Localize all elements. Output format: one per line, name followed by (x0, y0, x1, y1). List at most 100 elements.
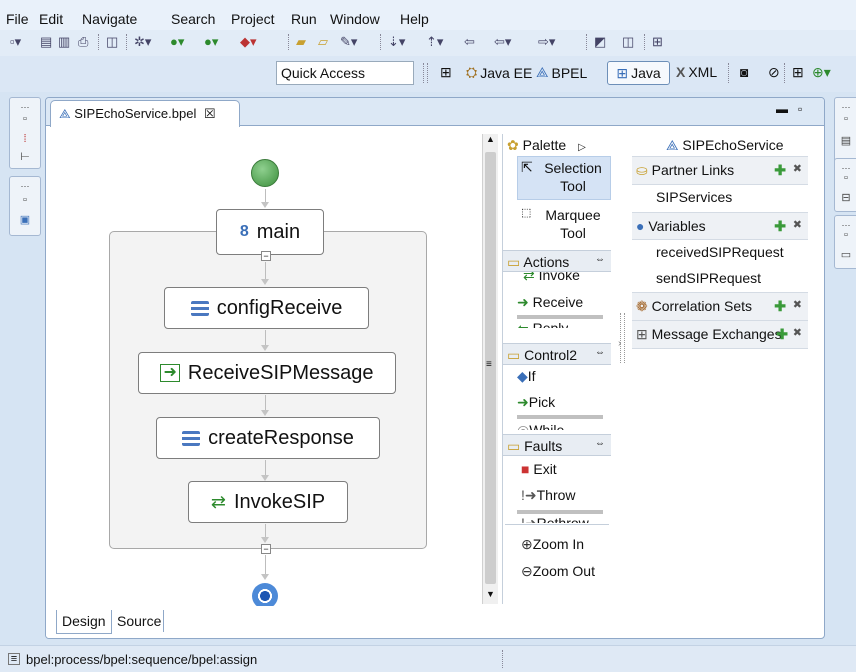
menu-help[interactable]: Help (400, 11, 429, 27)
outline-icon-right[interactable]: ⊟ (839, 191, 853, 205)
editor-tab[interactable]: ⟁ SIPEchoService.bpel ☒ (50, 100, 240, 127)
menu-file[interactable]: File (6, 11, 29, 27)
add-icon-3[interactable]: ✚ (774, 298, 786, 315)
run-config-icon[interactable]: ●▾ (204, 34, 218, 50)
palette-item-rethrow[interactable]: !➜Rethrow (521, 513, 589, 523)
back-icon[interactable]: ⇦▾ (494, 34, 511, 50)
run-icon[interactable]: ●▾ (170, 34, 184, 50)
palette-item-invoke[interactable]: ⇄ Invoke (523, 272, 580, 282)
correlation-sets-header[interactable]: ❁ Correlation Sets ✚ ✖ (632, 292, 808, 321)
external-tools-icon[interactable]: ◆▾ (240, 34, 257, 50)
add-icon-2[interactable]: ✚ (774, 218, 786, 235)
partner-links-header[interactable]: ⛀ Partner Links ✚ ✖ (632, 156, 808, 185)
package-explorer-icon[interactable]: ⁞ (18, 132, 32, 146)
perspective-xml[interactable]: X XML (676, 64, 717, 80)
debug-perspective-icon[interactable]: ⊘ (768, 64, 780, 81)
variable-item[interactable]: sendSIPRequest (652, 265, 824, 291)
delete-icon-3[interactable]: ✖ (793, 298, 802, 311)
delete-icon-2[interactable]: ✖ (793, 218, 802, 231)
save-icon[interactable]: ▤ (40, 34, 52, 50)
restore-icon-3[interactable]: ▫ (839, 112, 853, 126)
palette-item-pick[interactable]: ➜Pick (517, 394, 555, 411)
partner-link-item[interactable]: SIPServices (652, 184, 824, 210)
triangle-right-icon[interactable]: ▷ (578, 142, 586, 153)
collapse-toggle-bottom[interactable]: − (261, 544, 271, 554)
process-name[interactable]: ⟁ SIPEchoService (662, 132, 824, 159)
palette-header[interactable]: ✿ Palette ▷ (505, 134, 611, 156)
open-folder-icon[interactable]: ▱ (318, 34, 328, 50)
palette-item-while[interactable]: ◎While (517, 420, 564, 430)
variable-item[interactable]: receivedSIPRequest (652, 239, 824, 265)
palette-item-if[interactable]: ◆If (517, 368, 536, 385)
restore-icon-2[interactable]: ▫ (18, 193, 32, 207)
activity-createResponse[interactable]: createResponse (156, 417, 380, 459)
debug-icon[interactable]: ✲▾ (134, 34, 151, 50)
message-exchanges-header[interactable]: ⊞ Message Exchanges ✚ ✖ (632, 320, 808, 349)
perspective-java-ee[interactable]: ⛭ Java EE (466, 64, 532, 81)
last-edit-icon[interactable]: ⇦ (464, 34, 475, 50)
palette-item-throw[interactable]: !➜Throw (521, 487, 576, 504)
open-perspective-icon[interactable]: ⊞ (440, 64, 452, 81)
layout-icon[interactable]: ◫ (622, 34, 634, 50)
vertical-scrollbar[interactable]: ▲ ≡ ▼ (482, 134, 498, 604)
print-icon[interactable]: ⎙ (78, 34, 88, 50)
collapse-toggle[interactable]: − (261, 251, 271, 261)
menu-search[interactable]: Search (171, 11, 215, 27)
restore-icon[interactable]: ▫ (18, 112, 32, 126)
start-node[interactable] (251, 159, 279, 187)
activity-configReceive[interactable]: configReceive (164, 287, 369, 329)
variables-header[interactable]: ● Variables ✚ ✖ (632, 212, 808, 240)
delete-icon-4[interactable]: ✖ (793, 326, 802, 339)
palette-item-exit[interactable]: ■ Exit (521, 461, 557, 477)
pin-icon-faults[interactable]: ⇔ (595, 438, 605, 449)
prev-annotation-icon[interactable]: ⇡▾ (426, 34, 443, 50)
palette-item-reply[interactable]: ⬅ Reply (517, 318, 568, 328)
main-sequence[interactable]: 8 main (216, 209, 324, 255)
menu-edit[interactable]: Edit (39, 11, 63, 27)
next-annotation-icon[interactable]: ⇣▾ (388, 34, 405, 50)
scroll-down-icon[interactable]: ▼ (486, 589, 495, 599)
menu-project[interactable]: Project (231, 11, 275, 27)
marquee-tool[interactable]: Marquee Tool (537, 206, 609, 242)
git-icon[interactable]: ⊕▾ (812, 64, 831, 81)
outline-view-icon[interactable]: ▣ (18, 213, 32, 227)
menu-window[interactable]: Window (330, 11, 380, 27)
perspective-bpel[interactable]: ⟁ BPEL (536, 64, 587, 81)
task-list-icon[interactable]: ▤ (839, 134, 853, 148)
forward-icon[interactable]: ⇨▾ (538, 34, 555, 50)
add-icon-4[interactable]: ✚ (776, 326, 788, 343)
restore-icon-5[interactable]: ▫ (839, 228, 853, 242)
palette-category-faults[interactable]: ▭ Faults ⇔ (503, 434, 611, 456)
quick-access-input[interactable]: Quick Access (276, 61, 414, 85)
restore-icon-4[interactable]: ▫ (839, 171, 853, 185)
pin-icon-actions[interactable]: ⇔ (595, 254, 605, 265)
maximize-icon[interactable]: ▫ (798, 102, 802, 116)
pin-icon[interactable]: ◩ (594, 34, 606, 50)
save-all-icon[interactable]: ▥ (58, 34, 70, 50)
pin-icon-control[interactable]: ⇔ (595, 347, 605, 358)
tab-design[interactable]: Design (56, 610, 112, 634)
new-project-icon[interactable]: ▰ (296, 34, 306, 50)
open-type-icon[interactable]: ◫ (106, 34, 118, 50)
minimize-icon[interactable]: ▬ (776, 102, 788, 116)
hierarchy-icon[interactable]: ⊢ (18, 150, 32, 164)
palette-item-receive[interactable]: ➜ Receive (517, 294, 583, 311)
activity-ReceiveSIPMessage[interactable]: ➜ ReceiveSIPMessage (138, 352, 396, 394)
activity-InvokeSIP[interactable]: ⇄ InvokeSIP (188, 481, 348, 523)
perspective-java[interactable]: ⊞ Java (607, 61, 670, 85)
console-icon[interactable]: ▭ (839, 248, 853, 262)
add-icon[interactable]: ✚ (774, 162, 786, 179)
deploy-icon[interactable]: ⊞ (652, 34, 663, 50)
menu-navigate[interactable]: Navigate (82, 11, 137, 27)
menu-run[interactable]: Run (291, 11, 317, 27)
scroll-up-icon[interactable]: ▲ (486, 134, 495, 144)
camera-icon[interactable]: ◙ (740, 64, 748, 80)
diagram-canvas[interactable]: 8 main − configReceive ➜ ReceiveSIPMessa… (46, 127, 482, 609)
pencil-icon[interactable]: ✎▾ (340, 34, 357, 50)
tab-source[interactable]: Source (112, 610, 164, 632)
team-icon[interactable]: ⊞ (792, 64, 804, 81)
palette-category-actions[interactable]: ▭ Actions ⇔ (503, 250, 611, 272)
delete-icon[interactable]: ✖ (793, 162, 802, 175)
zoom-out-button[interactable]: ⊖Zoom Out (521, 563, 595, 580)
zoom-in-button[interactable]: ⊕Zoom In (521, 536, 584, 553)
